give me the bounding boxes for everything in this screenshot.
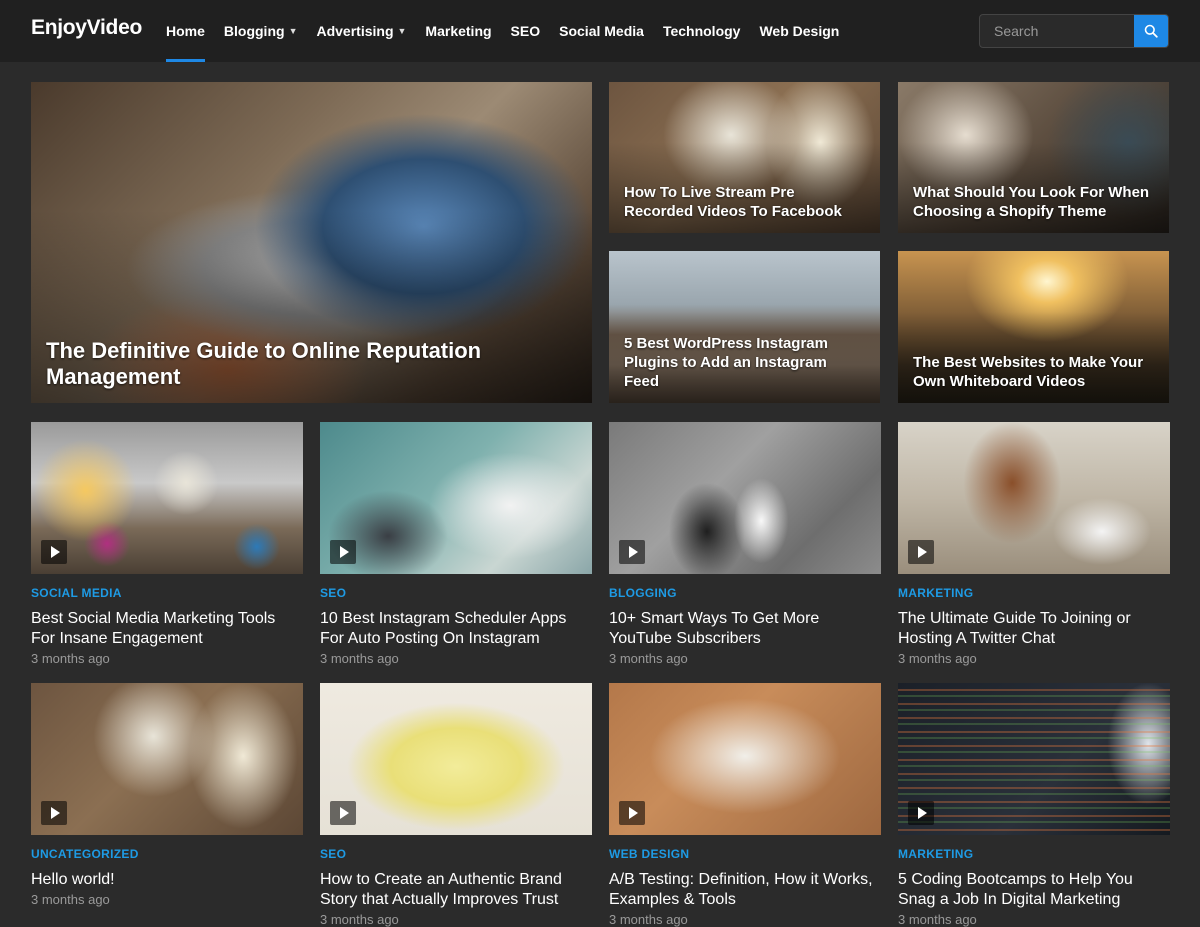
nav-label: Advertising [316, 23, 394, 39]
play-icon[interactable] [330, 801, 356, 825]
phone-notebook-image [31, 683, 303, 835]
post-title[interactable]: How to Create an Authentic Brand Story t… [320, 870, 592, 910]
post-thumbnail[interactable] [898, 683, 1170, 835]
nav-marketing[interactable]: Marketing [425, 0, 491, 62]
sketching-image [609, 683, 881, 835]
nav-seo[interactable]: SEO [511, 0, 541, 62]
post-date: 3 months ago [609, 912, 688, 927]
post-date: 3 months ago [320, 651, 399, 666]
things-to-do-image [320, 683, 592, 835]
post-category[interactable]: MARKETING [898, 847, 1170, 861]
nav-home[interactable]: Home [166, 0, 205, 62]
post-thumbnail[interactable] [609, 683, 881, 835]
featured-post[interactable]: What Should You Look For When Choosing a… [898, 82, 1169, 233]
post-thumbnail[interactable] [31, 683, 303, 835]
main-nav: Home Blogging ▼ Advertising ▼ Marketing SE… [166, 0, 858, 62]
featured-title: How To Live Stream Pre Recorded Videos T… [624, 184, 842, 220]
play-icon[interactable] [619, 540, 645, 564]
chevron-down-icon: ▼ [288, 26, 298, 36]
nav-social-media[interactable]: Social Media [559, 0, 644, 62]
chevron-down-icon: ▼ [397, 26, 407, 36]
play-icon[interactable] [41, 801, 67, 825]
bag-coffee-image [898, 422, 1170, 574]
notebook-phone-image [609, 422, 881, 574]
post-category[interactable]: SOCIAL MEDIA [31, 586, 303, 600]
featured-title: The Definitive Guide to Online Reputatio… [46, 338, 482, 389]
post-title[interactable]: A/B Testing: Definition, How it Works, E… [609, 870, 881, 910]
nav-label: Marketing [425, 23, 492, 39]
post-title[interactable]: 10+ Smart Ways To Get More YouTube Subsc… [609, 609, 881, 649]
desk-writing-image [320, 422, 592, 574]
post-category[interactable]: MARKETING [898, 586, 1170, 600]
play-icon[interactable] [908, 801, 934, 825]
featured-title: The Best Websites to Make Your Own White… [913, 354, 1144, 390]
nav-web-design[interactable]: Web Design [759, 0, 839, 62]
nav-advertising[interactable]: Advertising ▼ [316, 0, 406, 62]
post-title[interactable]: Best Social Media Marketing Tools For In… [31, 609, 303, 649]
code-screen-image [898, 683, 1170, 835]
site-header: EnjoyVideo Home Blogging ▼ Advertising ▼ M… [0, 0, 1200, 62]
nav-label: SEO [510, 23, 541, 39]
post-card: BLOGGING 10+ Smart Ways To Get More YouT… [609, 422, 881, 666]
post-thumbnail[interactable] [609, 422, 881, 574]
nav-label: Web Design [759, 23, 840, 39]
nav-label: Home [166, 23, 205, 39]
post-date: 3 months ago [898, 912, 977, 927]
post-date: 3 months ago [320, 912, 399, 927]
search-box [979, 14, 1169, 48]
post-card: WEB DESIGN A/B Testing: Definition, How … [609, 683, 881, 927]
post-title[interactable]: 10 Best Instagram Scheduler Apps For Aut… [320, 609, 592, 649]
post-card: SEO How to Create an Authentic Brand Sto… [320, 683, 592, 927]
play-icon[interactable] [330, 540, 356, 564]
post-thumbnail[interactable] [31, 422, 303, 574]
featured-title: What Should You Look For When Choosing a… [913, 184, 1150, 220]
post-thumbnail[interactable] [320, 683, 592, 835]
post-category[interactable]: UNCATEGORIZED [31, 847, 303, 861]
post-date: 3 months ago [31, 651, 110, 666]
post-card: MARKETING The Ultimate Guide To Joining … [898, 422, 1170, 666]
play-icon[interactable] [908, 540, 934, 564]
post-date: 3 months ago [609, 651, 688, 666]
featured-title: 5 Best WordPress Instagram Plugins to Ad… [624, 335, 828, 390]
post-title[interactable]: Hello world! [31, 870, 303, 890]
post-card: SOCIAL MEDIA Best Social Media Marketing… [31, 422, 303, 666]
post-title[interactable]: The Ultimate Guide To Joining or Hosting… [898, 609, 1170, 649]
search-button[interactable] [1134, 15, 1168, 47]
nav-label: Technology [662, 23, 741, 39]
post-card: SEO 10 Best Instagram Scheduler Apps For… [320, 422, 592, 666]
nav-label: Blogging [223, 23, 285, 39]
post-card: UNCATEGORIZED Hello world! 3 months ago [31, 683, 303, 907]
nav-blogging[interactable]: Blogging ▼ [224, 0, 298, 62]
post-thumbnail[interactable] [320, 422, 592, 574]
post-title[interactable]: 5 Coding Bootcamps to Help You Snag a Jo… [898, 870, 1170, 910]
featured-post[interactable]: 5 Best WordPress Instagram Plugins to Ad… [609, 251, 880, 403]
nav-label: Social Media [559, 23, 644, 39]
post-thumbnail[interactable] [898, 422, 1170, 574]
search-input[interactable] [980, 15, 1134, 47]
featured-post-main[interactable]: The Definitive Guide to Online Reputatio… [31, 82, 592, 403]
post-date: 3 months ago [898, 651, 977, 666]
post-category[interactable]: WEB DESIGN [609, 847, 881, 861]
nav-technology[interactable]: Technology [663, 0, 741, 62]
post-category[interactable]: SEO [320, 847, 592, 861]
featured-post[interactable]: The Best Websites to Make Your Own White… [898, 251, 1169, 403]
site-logo[interactable]: EnjoyVideo [31, 16, 142, 40]
featured-post[interactable]: How To Live Stream Pre Recorded Videos T… [609, 82, 880, 233]
post-category[interactable]: SEO [320, 586, 592, 600]
christmas-image [31, 422, 303, 574]
post-card: MARKETING 5 Coding Bootcamps to Help You… [898, 683, 1170, 927]
play-icon[interactable] [41, 540, 67, 564]
play-icon[interactable] [619, 801, 645, 825]
post-category[interactable]: BLOGGING [609, 586, 881, 600]
search-icon [1144, 24, 1158, 38]
